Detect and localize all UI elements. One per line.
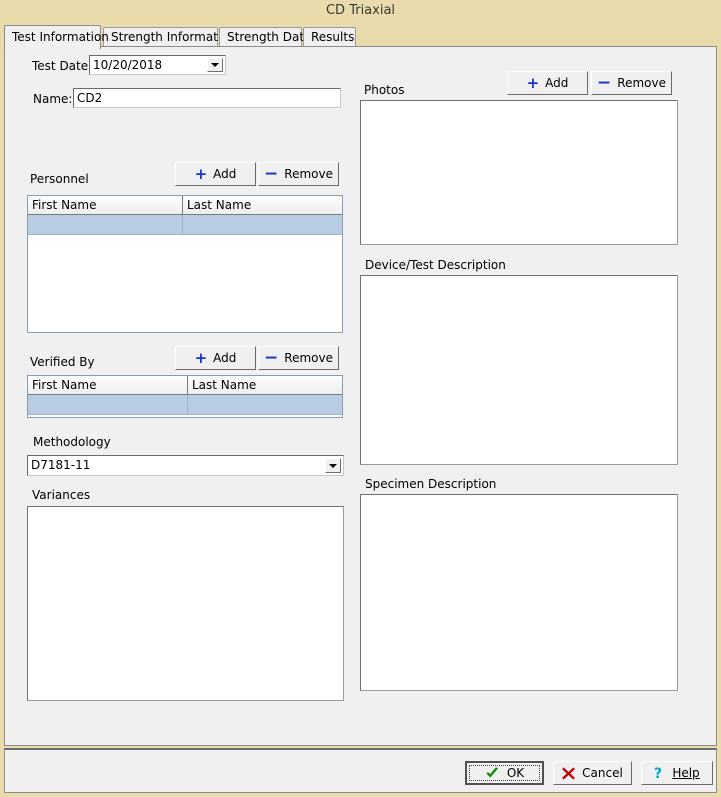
plus-icon: +: [526, 73, 540, 92]
personnel-col-last-name[interactable]: Last Name: [183, 196, 342, 214]
personnel-remove-label: Remove: [284, 167, 333, 181]
tab-test-information[interactable]: Test Information: [4, 25, 109, 49]
personnel-add-button[interactable]: + Add: [175, 162, 256, 186]
minus-icon: −: [264, 347, 279, 368]
variances-label: Variances: [32, 488, 91, 502]
verified-by-col-first-name[interactable]: First Name: [28, 376, 188, 394]
verified-by-grid[interactable]: First Name Last Name: [27, 375, 343, 418]
dialog-window: CD Triaxial Test Information Strength In…: [0, 0, 721, 797]
verified-by-remove-button[interactable]: − Remove: [258, 346, 339, 370]
verified-by-add-button[interactable]: + Add: [175, 346, 256, 370]
methodology-label: Methodology: [33, 435, 111, 449]
tab-results[interactable]: Results: [303, 27, 356, 47]
test-date-combo[interactable]: 10/20/2018: [89, 55, 226, 75]
photos-label: Photos: [364, 83, 405, 97]
personnel-remove-button[interactable]: − Remove: [258, 162, 339, 186]
specimen-description-textarea[interactable]: [360, 494, 678, 691]
variances-textarea[interactable]: [27, 506, 344, 701]
photos-add-button[interactable]: + Add: [507, 71, 588, 95]
plus-icon: +: [194, 348, 208, 367]
verified-by-cell-first-name[interactable]: [28, 395, 188, 415]
photos-add-label: Add: [545, 76, 569, 90]
tab-strength-information[interactable]: Strength Information: [103, 27, 236, 47]
personnel-grid-header: First Name Last Name: [28, 196, 342, 215]
tab-strength-data[interactable]: Strength Data: [219, 27, 311, 47]
table-row[interactable]: [28, 395, 342, 415]
photos-remove-button[interactable]: − Remove: [591, 71, 672, 95]
table-row[interactable]: [28, 215, 342, 235]
personnel-col-first-name[interactable]: First Name: [28, 196, 183, 214]
device-test-description-label: Device/Test Description: [365, 258, 506, 272]
minus-icon: −: [597, 72, 612, 93]
chevron-down-icon[interactable]: [207, 58, 223, 72]
focus-rectangle: [469, 765, 540, 781]
tab-panel-test-information: Test Date: 10/20/2018 Name: CD2 Personne…: [4, 46, 717, 746]
minus-icon: −: [264, 163, 279, 184]
ok-label: OK: [506, 766, 525, 780]
methodology-combo[interactable]: D7181-11: [27, 455, 344, 476]
device-test-description-textarea[interactable]: [360, 275, 678, 465]
verified-by-remove-label: Remove: [284, 351, 333, 365]
photos-remove-label: Remove: [617, 76, 666, 90]
name-label: Name:: [33, 92, 73, 106]
verified-by-cell-last-name[interactable]: [188, 395, 342, 415]
name-value: CD2: [77, 91, 103, 105]
test-date-label: Test Date:: [32, 59, 93, 73]
personnel-label: Personnel: [30, 172, 89, 186]
cancel-button[interactable]: Cancel: [553, 761, 632, 785]
test-date-value: 10/20/2018: [93, 58, 163, 72]
x-icon: [562, 766, 575, 780]
personnel-add-label: Add: [213, 167, 237, 181]
svg-text:?: ?: [654, 766, 662, 780]
methodology-value: D7181-11: [31, 458, 91, 472]
tab-bar: Test Information Strength Information St…: [4, 25, 717, 49]
question-icon: ?: [654, 766, 665, 780]
check-icon: [485, 766, 500, 780]
personnel-cell-last-name[interactable]: [183, 215, 342, 235]
chevron-down-icon[interactable]: [325, 458, 341, 473]
verified-by-add-label: Add: [213, 351, 237, 365]
plus-icon: +: [194, 164, 208, 183]
photos-listbox[interactable]: [360, 100, 678, 245]
verified-by-col-last-name[interactable]: Last Name: [188, 376, 342, 394]
help-label: Help: [672, 766, 700, 780]
verified-by-label: Verified By: [30, 355, 95, 369]
personnel-cell-first-name[interactable]: [28, 215, 183, 235]
ok-button[interactable]: OK: [465, 761, 544, 785]
name-input[interactable]: CD2: [73, 88, 341, 108]
help-button[interactable]: ? Help: [641, 761, 713, 785]
verified-by-grid-header: First Name Last Name: [28, 376, 342, 395]
personnel-grid[interactable]: First Name Last Name: [27, 195, 343, 333]
window-title: CD Triaxial: [0, 0, 721, 22]
cancel-label: Cancel: [582, 766, 623, 780]
dialog-footer: OK Cancel ? Help: [4, 748, 717, 793]
specimen-description-label: Specimen Description: [365, 477, 497, 491]
